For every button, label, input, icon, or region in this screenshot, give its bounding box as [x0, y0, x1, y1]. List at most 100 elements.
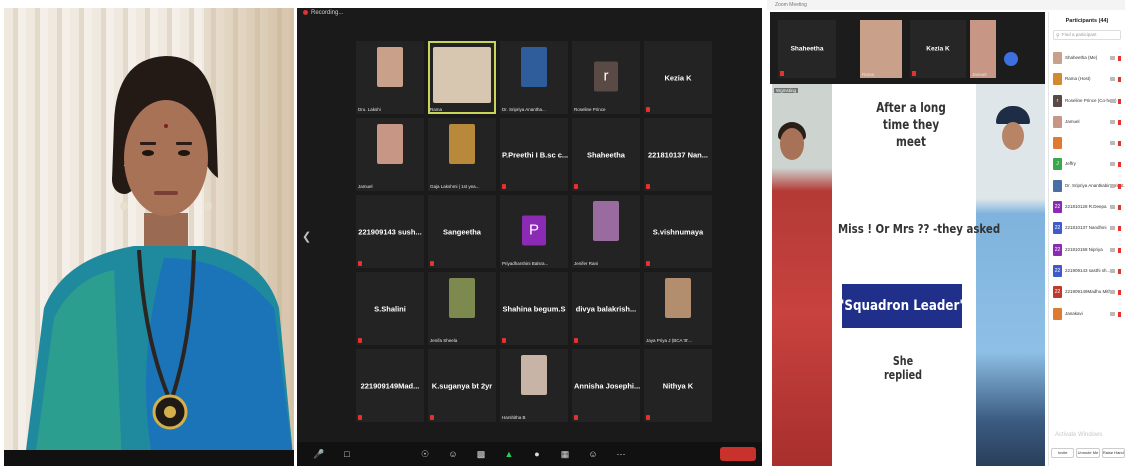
zoom-gallery-panel: Recording... ❮ Dru. Lakshi Rama Dr. Sripri…: [297, 8, 762, 466]
participant-list-item[interactable]: Janakavi: [1051, 304, 1125, 325]
strip-video-tile[interactable]: Shaheetha: [778, 20, 836, 78]
participant-search-input[interactable]: ⚲ Find a participant: [1053, 30, 1121, 40]
strip-participant-name: Kezia K: [926, 45, 950, 53]
participant-video-tile[interactable]: Jenifer Rani: [572, 195, 640, 268]
participant-avatar: [1053, 115, 1062, 128]
participant-label: Gaja Lakshmi | 1st yea...: [430, 184, 480, 189]
participant-list-item[interactable]: Shaheetha (Me): [1051, 48, 1125, 69]
participant-video-tile[interactable]: Nithya K: [644, 349, 712, 422]
participant-list-item[interactable]: Jamuel: [1051, 112, 1125, 133]
strip-video-tile[interactable]: Rama: [860, 20, 902, 78]
microphone-off-icon: [358, 338, 362, 343]
participant-video-tile[interactable]: Annisha Josephi...: [572, 349, 640, 422]
participant-list-name: 221909149Madhu Mitha: [1065, 289, 1114, 295]
participant-list-item[interactable]: J Jeffry: [1051, 154, 1125, 175]
participant-video-tile[interactable]: Harshitha B: [500, 349, 568, 422]
participants-footer-button[interactable]: Raise Hand: [1101, 448, 1125, 458]
participant-list-item[interactable]: Rama (Host): [1051, 69, 1125, 90]
participant-avatar: [1053, 179, 1062, 192]
participant-video-tile[interactable]: Jamuel: [356, 118, 424, 191]
participant-video-tile[interactable]: Shaheetha: [572, 118, 640, 191]
participant-video-tile[interactable]: Shahina begum.S: [500, 272, 568, 345]
participant-list-name: 221810128 R.Deepa: [1065, 204, 1107, 210]
participant-list-name: 221909143 sasthi sh...: [1065, 267, 1111, 273]
participants-panel: Participants (44) ⚲ Find a participant S…: [1048, 12, 1125, 466]
participant-avatar: [1053, 73, 1062, 86]
participant-name: K.suganya bt 2yr: [431, 381, 493, 390]
meeting-toolbar: 🎤 □ ☉ ☺ ▩ ▲ ● ▦ ☺ ⋯: [297, 442, 762, 466]
participant-label: Rama: [430, 107, 443, 112]
microphone-off-icon: [1118, 77, 1121, 83]
microphone-off-icon: [1118, 290, 1121, 296]
participant-list-item[interactable]: Dr. Sripriya Anantkabin Prinst...: [1051, 176, 1125, 197]
more-icon[interactable]: ⋯: [607, 449, 635, 460]
participant-video-tile[interactable]: Rama: [428, 41, 496, 114]
participant-video-thumbnail: [377, 47, 403, 87]
participant-video-tile[interactable]: Dru. Lakshi: [356, 41, 424, 114]
video-off-icon: [1110, 77, 1115, 82]
participant-video-tile[interactable]: P Priyadharshini Balsra...: [500, 195, 568, 268]
participant-video-tile[interactable]: r Roseline Prince: [572, 41, 640, 114]
participant-video-tile[interactable]: P.Preethi I B.sc c...: [500, 118, 568, 191]
participant-avatar: r: [1053, 94, 1062, 107]
participant-video-thumbnail: [449, 124, 475, 164]
chat-icon[interactable]: ▩: [467, 449, 495, 460]
microphone-icon[interactable]: 🎤: [305, 449, 333, 460]
participant-label: Roseline Prince: [574, 107, 606, 112]
participant-video-tile[interactable]: 221909143 sush...: [356, 195, 424, 268]
video-off-icon: [1110, 56, 1115, 60]
participant-video-tile[interactable]: Gaja Lakshmi | 1st yea...: [428, 118, 496, 191]
strip-video-tile[interactable]: Kezia K: [910, 20, 966, 78]
recording-indicator[interactable]: Recording...: [303, 10, 343, 16]
participant-list-item[interactable]: [1051, 133, 1125, 154]
record-icon[interactable]: ●: [523, 449, 551, 459]
microphone-off-icon: [1118, 311, 1121, 317]
participant-video-tile[interactable]: S.vishnumaya: [644, 195, 712, 268]
slide-corner-label: Wgmsting: [774, 88, 799, 93]
participant-list-item[interactable]: 22 221909143 sasthi sh...: [1051, 261, 1125, 282]
participant-video-tile[interactable]: 221810137 Nan...: [644, 118, 712, 191]
participants-footer-button[interactable]: Unmute Me: [1076, 448, 1100, 458]
microphone-off-icon: [1118, 268, 1121, 274]
participant-video-tile[interactable]: Jaya Priya J (BCA 'B'...: [644, 272, 712, 345]
strip-video-tile[interactable]: Jamuel: [970, 20, 996, 78]
webcam-person-illustration: [24, 56, 294, 466]
participant-avatar: [1053, 52, 1062, 64]
microphone-off-icon: [358, 415, 362, 420]
video-camera-icon[interactable]: □: [333, 449, 361, 459]
participant-video-tile[interactable]: divya balakrish...: [572, 272, 640, 345]
participant-video-thumbnail: [449, 278, 475, 318]
participant-avatar: 22: [1053, 222, 1062, 235]
participant-video-tile[interactable]: Jenifa Sheela: [428, 272, 496, 345]
participant-video-tile[interactable]: Kezia K: [644, 41, 712, 114]
strip-next-button[interactable]: [1004, 52, 1018, 66]
reactions-icon[interactable]: ☺: [579, 449, 607, 459]
participant-video-tile[interactable]: 221909149Mad...: [356, 349, 424, 422]
participant-list-item[interactable]: 22 221909149Madhu Mitha: [1051, 282, 1125, 303]
security-icon[interactable]: ☉: [411, 449, 439, 460]
chevron-left-icon[interactable]: ❮: [302, 230, 311, 243]
participant-video-tile[interactable]: Dr. Sripriya Anantha...: [500, 41, 568, 114]
participants-icon[interactable]: ☺: [439, 449, 467, 459]
participants-footer-button[interactable]: Invite: [1051, 448, 1075, 458]
webcam-photo-panel: [4, 8, 294, 466]
microphone-off-icon: [780, 71, 784, 76]
participant-video-tile[interactable]: Sangeetha: [428, 195, 496, 268]
participant-list-item[interactable]: 22 221810158 Nipriya: [1051, 240, 1125, 261]
breakout-rooms-icon[interactable]: ▦: [551, 449, 579, 460]
participant-list-item[interactable]: r Roseline Prince (Co-host): [1051, 91, 1125, 112]
microphone-off-icon: [646, 107, 650, 112]
participant-list-item[interactable]: 22 221810128 R.Deepa: [1051, 197, 1125, 218]
video-gallery-grid: Dru. Lakshi Rama Dr. Sripriya Anantha... r R…: [356, 41, 712, 433]
strip-participant-label: Rama: [862, 72, 875, 77]
participant-video-tile[interactable]: S.Shalini: [356, 272, 424, 345]
participant-label: Dr. Sripriya Anantha...: [502, 107, 546, 112]
participant-name: 221810137 Nan...: [647, 150, 709, 159]
participant-name: Annisha Josephi...: [574, 381, 640, 390]
participant-label: Dru. Lakshi: [358, 107, 381, 112]
participant-list-item[interactable]: 22 221810137 Nandhini: [1051, 218, 1125, 239]
leave-button[interactable]: [720, 447, 756, 461]
participant-video-tile[interactable]: K.suganya bt 2yr: [428, 349, 496, 422]
window-title-bar: Zoom Meeting: [767, 0, 1125, 10]
share-screen-icon[interactable]: ▲: [495, 449, 523, 459]
